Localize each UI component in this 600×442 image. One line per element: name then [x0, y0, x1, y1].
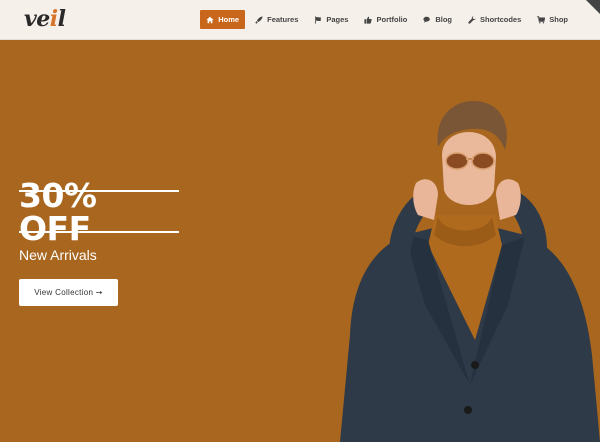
nav-label-shortcodes: Shortcodes: [479, 15, 522, 24]
nav-item-blog[interactable]: Blog: [417, 10, 458, 29]
cart-icon: [537, 15, 546, 24]
nav-label-shop: Shop: [549, 15, 568, 24]
model-photo: [330, 65, 600, 442]
nav-label-features: Features: [267, 15, 299, 24]
logo-tail: l: [57, 6, 66, 32]
flag-icon: [314, 15, 322, 24]
top-navigation-bar: veil Home Features Pages Portfolio Blog …: [0, 0, 600, 40]
nav-item-portfolio[interactable]: Portfolio: [358, 10, 413, 29]
nav-label-blog: Blog: [435, 15, 452, 24]
main-menu: Home Features Pages Portfolio Blog Short…: [200, 10, 574, 29]
nav-label-portfolio: Portfolio: [376, 15, 408, 24]
nav-item-features[interactable]: Features: [249, 10, 304, 29]
nav-item-shop[interactable]: Shop: [531, 10, 574, 29]
rocket-icon: [255, 15, 263, 24]
home-icon: [206, 16, 214, 24]
nav-label-pages: Pages: [326, 15, 349, 24]
hero-subtitle: New Arrivals: [19, 247, 97, 263]
nav-label-home: Home: [218, 15, 240, 24]
nav-item-home[interactable]: Home: [200, 10, 246, 29]
nav-item-pages[interactable]: Pages: [308, 10, 354, 29]
logo-text: ve: [24, 6, 50, 32]
wrench-icon: [468, 15, 476, 24]
nav-item-shortcodes[interactable]: Shortcodes: [462, 10, 527, 29]
logo-accent: i: [49, 6, 58, 32]
view-collection-button[interactable]: View Collection ➞: [19, 279, 118, 306]
promo-frame: 30% OFF: [19, 179, 179, 245]
promo-title: 30% OFF: [19, 175, 97, 248]
corner-toggle[interactable]: [586, 0, 600, 14]
comments-icon: [423, 16, 431, 24]
thumbs-up-icon: [364, 16, 373, 24]
site-logo[interactable]: veil: [24, 6, 66, 32]
hero-slider: 30% OFF New Arrivals View Collection ➞: [0, 40, 600, 442]
